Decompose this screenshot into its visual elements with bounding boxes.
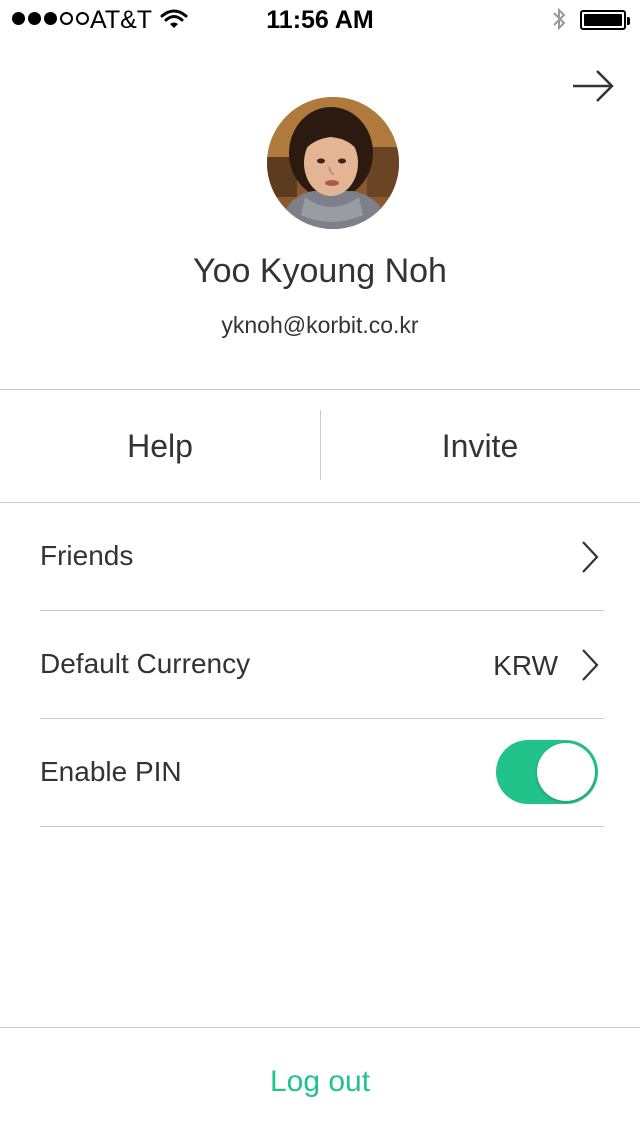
- currency-value: KRW: [493, 650, 558, 681]
- default-currency-row[interactable]: Default Currency KRW: [0, 610, 640, 718]
- help-label: Help: [127, 427, 193, 464]
- row-divider: [40, 826, 604, 827]
- toggle-knob: [537, 743, 595, 801]
- bluetooth-icon: [553, 7, 566, 31]
- chevron-right-icon: [582, 649, 599, 681]
- logout-label: Log out: [269, 1065, 371, 1098]
- logout-button[interactable]: Log out: [0, 1028, 640, 1136]
- enable-pin-toggle[interactable]: [496, 740, 598, 804]
- profile-email: yknoh@korbit.co.kr: [221, 312, 419, 338]
- invite-label: Invite: [441, 427, 519, 464]
- help-button[interactable]: Help: [0, 390, 320, 502]
- settings-screen: AT&T 11:56 AM Yoo Kyoung Noh yknoh@korbi…: [0, 0, 640, 1136]
- status-time: 11:56 AM: [266, 6, 374, 34]
- battery-icon: [580, 10, 630, 30]
- avatar[interactable]: [267, 97, 399, 229]
- pin-label: Enable PIN: [40, 756, 182, 787]
- invite-button[interactable]: Invite: [320, 390, 640, 502]
- arrow-right-icon[interactable]: [570, 66, 616, 106]
- friends-label: Friends: [40, 540, 134, 571]
- chevron-right-icon: [582, 541, 599, 573]
- currency-label: Default Currency: [40, 648, 251, 679]
- profile-name: Yoo Kyoung Noh: [193, 252, 447, 290]
- status-bar: AT&T 11:56 AM: [0, 0, 640, 40]
- friends-row[interactable]: Friends: [0, 502, 640, 610]
